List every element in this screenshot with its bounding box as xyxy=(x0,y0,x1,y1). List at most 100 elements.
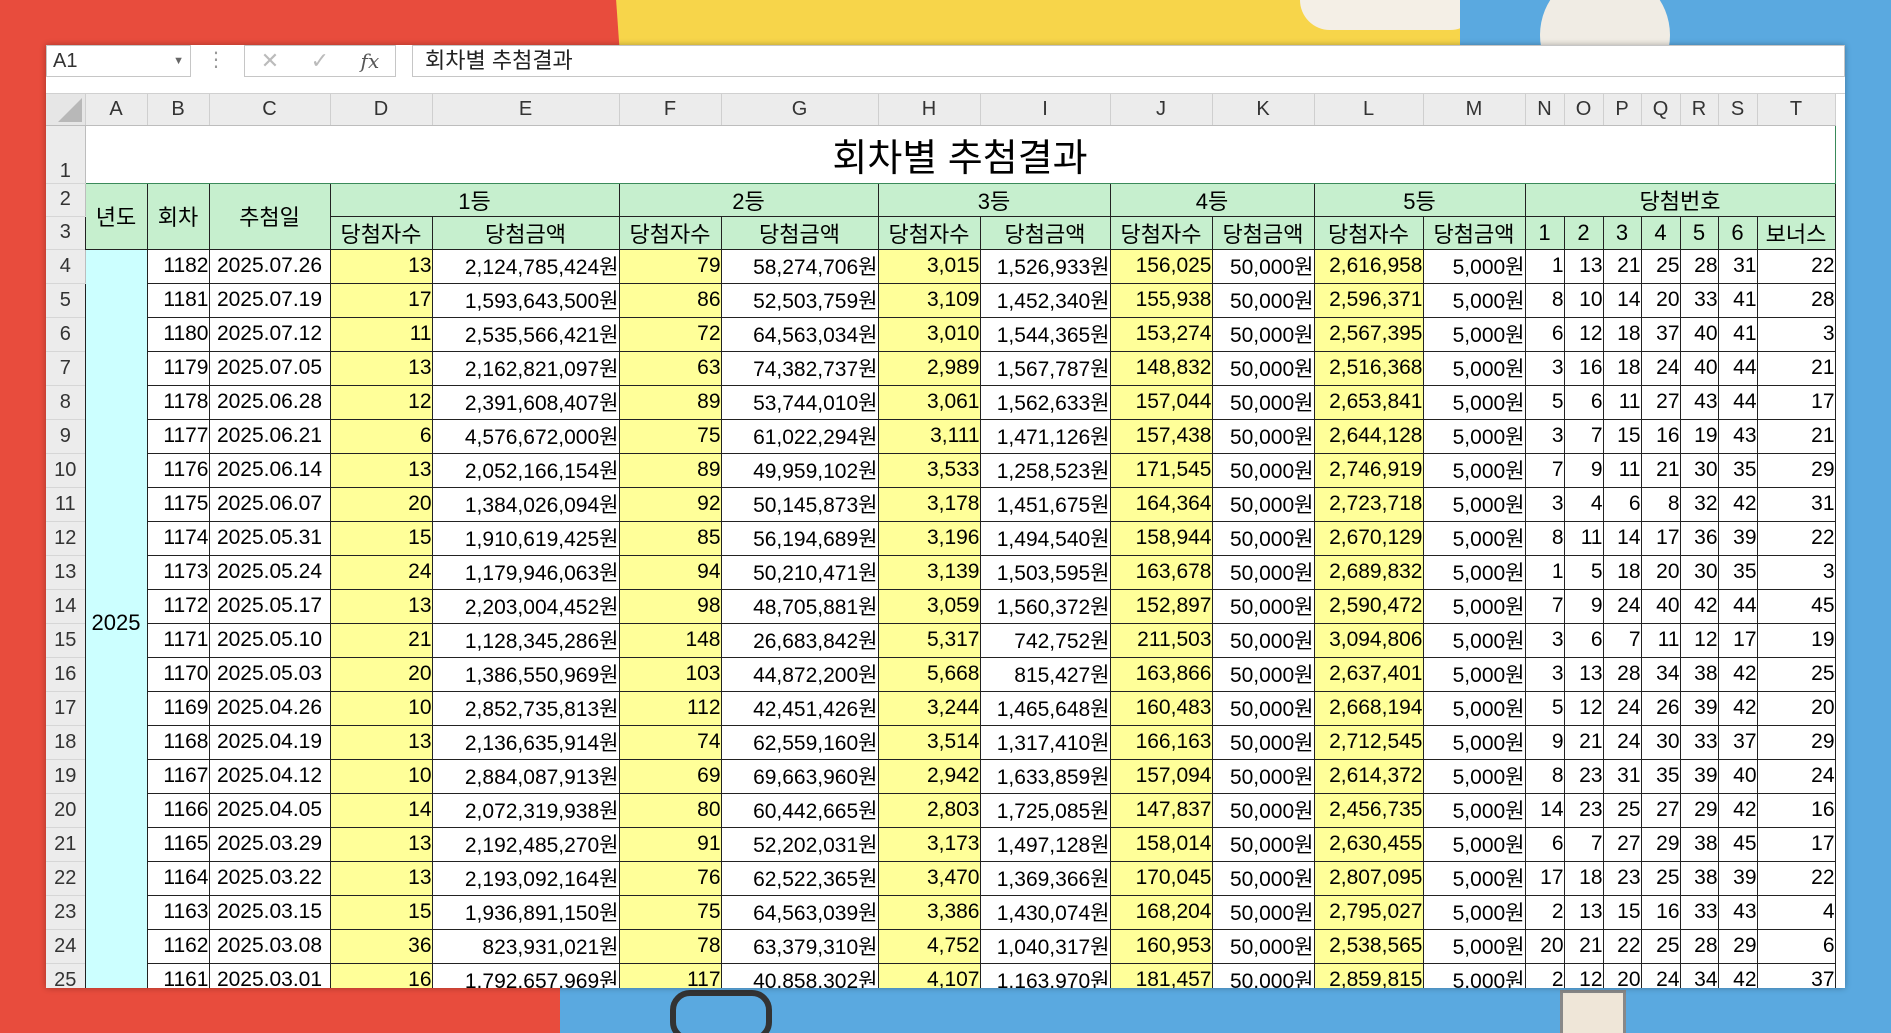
column-header[interactable]: C xyxy=(209,94,331,126)
number-cell[interactable]: 24 xyxy=(1640,350,1681,386)
winners-cell[interactable]: 36 xyxy=(329,928,433,964)
number-cell[interactable]: 12 xyxy=(1563,962,1604,988)
amount-cell[interactable]: 1,163,970원 xyxy=(979,962,1111,988)
number-cell[interactable]: 7 xyxy=(1602,622,1642,658)
amount-cell[interactable]: 50,000원 xyxy=(1211,588,1315,624)
round-cell[interactable]: 1175 xyxy=(146,486,210,522)
date-cell[interactable]: 2025.07.12 xyxy=(208,316,331,352)
row-header[interactable]: 10 xyxy=(46,453,86,488)
number-cell[interactable]: 22 xyxy=(1602,928,1642,964)
winners-cell[interactable]: 148 xyxy=(618,622,722,658)
amount-cell[interactable]: 1,452,340원 xyxy=(979,282,1111,318)
check-icon[interactable]: ✓ xyxy=(311,48,329,74)
amount-cell[interactable]: 50,000원 xyxy=(1211,860,1315,896)
number-cell[interactable]: 27 xyxy=(1640,792,1681,828)
amount-cell[interactable]: 5,000원 xyxy=(1422,452,1526,488)
winners-cell[interactable]: 15 xyxy=(329,894,433,930)
amount-cell[interactable]: 53,744,010원 xyxy=(720,384,879,420)
amount-cell[interactable]: 815,427원 xyxy=(979,656,1111,692)
column-header[interactable]: T xyxy=(1757,94,1836,126)
header-bonus[interactable]: 보너스 xyxy=(1756,215,1836,250)
round-cell[interactable]: 1165 xyxy=(146,826,210,862)
number-cell[interactable]: 39 xyxy=(1679,690,1719,726)
number-cell[interactable]: 23 xyxy=(1602,860,1642,896)
number-cell[interactable]: 11 xyxy=(1602,384,1642,420)
amount-cell[interactable]: 2,535,566,421원 xyxy=(431,316,620,352)
number-cell[interactable]: 12 xyxy=(1563,690,1604,726)
number-cell[interactable]: 13 xyxy=(1563,656,1604,692)
vertical-dots-icon[interactable]: ⋮ xyxy=(206,47,226,72)
date-cell[interactable]: 2025.03.01 xyxy=(208,962,331,988)
number-cell[interactable]: 18 xyxy=(1602,554,1642,590)
column-header[interactable]: F xyxy=(619,94,722,126)
date-cell[interactable]: 2025.07.05 xyxy=(208,350,331,386)
amount-cell[interactable]: 62,522,365원 xyxy=(720,860,879,896)
amount-cell[interactable]: 5,000원 xyxy=(1422,248,1526,284)
winners-cell[interactable]: 3,061 xyxy=(877,384,981,420)
number-cell[interactable]: 17 xyxy=(1717,622,1758,658)
number-cell[interactable]: 8 xyxy=(1524,282,1565,318)
winners-cell[interactable]: 112 xyxy=(618,690,722,726)
winners-cell[interactable]: 3,173 xyxy=(877,826,981,862)
amount-cell[interactable]: 5,000원 xyxy=(1422,860,1526,896)
winners-cell[interactable]: 2,746,919 xyxy=(1313,452,1424,488)
winners-cell[interactable]: 155,938 xyxy=(1109,282,1213,318)
number-cell[interactable]: 16 xyxy=(1640,894,1681,930)
number-cell[interactable]: 12 xyxy=(1563,316,1604,352)
header-amount[interactable]: 당첨금액 xyxy=(1211,215,1315,250)
column-header[interactable]: P xyxy=(1603,94,1642,126)
header-grade-2[interactable]: 2등 xyxy=(618,182,879,217)
header-winners[interactable]: 당첨자수 xyxy=(618,215,722,250)
amount-cell[interactable]: 50,000원 xyxy=(1211,724,1315,760)
winners-cell[interactable]: 92 xyxy=(618,486,722,522)
winners-cell[interactable]: 103 xyxy=(618,656,722,692)
number-cell[interactable]: 29 xyxy=(1717,928,1758,964)
amount-cell[interactable]: 5,000원 xyxy=(1422,894,1526,930)
amount-cell[interactable]: 50,000원 xyxy=(1211,350,1315,386)
amount-cell[interactable]: 1,386,550,969원 xyxy=(431,656,620,692)
winners-cell[interactable]: 13 xyxy=(329,724,433,760)
winners-cell[interactable]: 2,614,372 xyxy=(1313,758,1424,794)
bonus-cell[interactable]: 16 xyxy=(1756,792,1836,828)
amount-cell[interactable]: 50,000원 xyxy=(1211,622,1315,658)
sheet-title[interactable]: 회차별 추첨결과 xyxy=(84,124,1836,184)
amount-cell[interactable]: 52,202,031원 xyxy=(720,826,879,862)
number-cell[interactable]: 37 xyxy=(1717,724,1758,760)
winners-cell[interactable]: 4,107 xyxy=(877,962,981,988)
winners-cell[interactable]: 153,274 xyxy=(1109,316,1213,352)
amount-cell[interactable]: 1,369,366원 xyxy=(979,860,1111,896)
amount-cell[interactable]: 40,858,302원 xyxy=(720,962,879,988)
header-winning-numbers[interactable]: 당첨번호 xyxy=(1524,182,1836,217)
header-number-6[interactable]: 6 xyxy=(1717,215,1758,250)
winners-cell[interactable]: 3,010 xyxy=(877,316,981,352)
amount-cell[interactable]: 5,000원 xyxy=(1422,622,1526,658)
amount-cell[interactable]: 5,000원 xyxy=(1422,282,1526,318)
bonus-cell[interactable]: 3 xyxy=(1756,316,1836,352)
amount-cell[interactable]: 50,000원 xyxy=(1211,758,1315,794)
amount-cell[interactable]: 60,442,665원 xyxy=(720,792,879,828)
amount-cell[interactable]: 56,194,689원 xyxy=(720,520,879,556)
amount-cell[interactable]: 1,544,365원 xyxy=(979,316,1111,352)
number-cell[interactable]: 7 xyxy=(1563,826,1604,862)
winners-cell[interactable]: 20 xyxy=(329,486,433,522)
number-cell[interactable]: 32 xyxy=(1679,486,1719,522)
number-cell[interactable]: 4 xyxy=(1563,486,1604,522)
number-cell[interactable]: 15 xyxy=(1602,894,1642,930)
winners-cell[interactable]: 63 xyxy=(618,350,722,386)
winners-cell[interactable]: 152,897 xyxy=(1109,588,1213,624)
number-cell[interactable]: 12 xyxy=(1679,622,1719,658)
amount-cell[interactable]: 50,210,471원 xyxy=(720,554,879,590)
header-winners[interactable]: 당첨자수 xyxy=(1313,215,1424,250)
header-amount[interactable]: 당첨금액 xyxy=(720,215,879,250)
date-cell[interactable]: 2025.05.24 xyxy=(208,554,331,590)
bonus-cell[interactable]: 17 xyxy=(1756,384,1836,420)
number-cell[interactable]: 3 xyxy=(1524,656,1565,692)
number-cell[interactable]: 17 xyxy=(1524,860,1565,896)
winners-cell[interactable]: 2,456,735 xyxy=(1313,792,1424,828)
number-cell[interactable]: 24 xyxy=(1602,588,1642,624)
amount-cell[interactable]: 5,000원 xyxy=(1422,690,1526,726)
amount-cell[interactable]: 50,000원 xyxy=(1211,316,1315,352)
winners-cell[interactable]: 78 xyxy=(618,928,722,964)
amount-cell[interactable]: 50,000원 xyxy=(1211,520,1315,556)
name-box[interactable]: A1 ▼ xyxy=(46,45,191,77)
